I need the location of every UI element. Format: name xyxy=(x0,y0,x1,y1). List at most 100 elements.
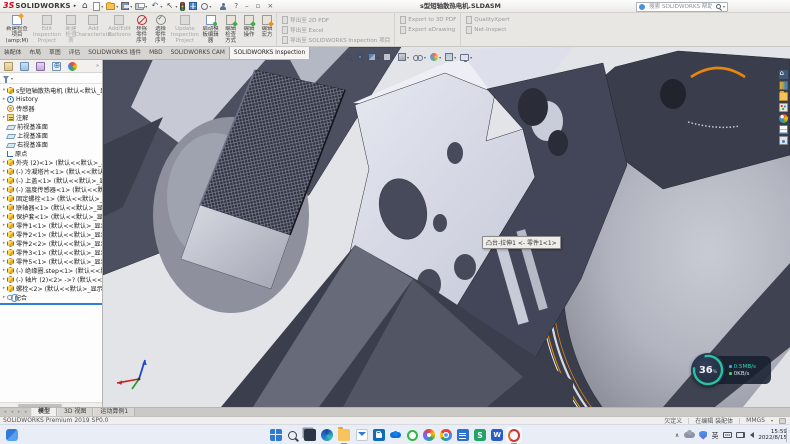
expand-arrow-icon[interactable]: ▾ xyxy=(1,88,7,93)
widgets-icon[interactable] xyxy=(6,429,18,441)
solidworks-taskbar-icon[interactable] xyxy=(508,429,520,441)
display-style-icon[interactable]: ▾ xyxy=(398,53,409,61)
add-edit-balloons-button[interactable]: Add/Edit Balloons xyxy=(107,15,133,45)
displaymanager-tab-icon[interactable] xyxy=(65,61,80,72)
tab-motion-study-1[interactable]: 运动算例1 xyxy=(93,408,135,416)
units-selector[interactable]: MMGS xyxy=(746,417,765,424)
taskbar-search-icon[interactable] xyxy=(287,429,299,441)
help-button[interactable]: ? xyxy=(234,0,238,13)
edge-icon[interactable] xyxy=(321,429,333,441)
keyboard-icon[interactable] xyxy=(723,432,732,438)
solidworks-resources-icon[interactable] xyxy=(779,70,788,79)
configurationmanager-tab-icon[interactable] xyxy=(33,61,48,72)
tree-item[interactable]: 右视基准面 xyxy=(0,140,102,149)
propertymanager-tab-icon[interactable] xyxy=(17,61,32,72)
tree-item[interactable]: ▸ History xyxy=(0,95,102,104)
wps-icon[interactable] xyxy=(491,429,503,441)
tree-item[interactable]: ▸ (-) 上盖<1> (默认<<默认>_显示状 xyxy=(0,176,102,185)
solidworks-forum-icon[interactable] xyxy=(779,136,788,145)
qualityxpert-button[interactable]: QualityXpert xyxy=(466,16,509,24)
search-dropdown-icon[interactable]: ▾ xyxy=(723,4,725,9)
file-explorer-taskbar-icon[interactable] xyxy=(338,429,350,441)
tab-solidworks-cam[interactable]: SOLIDWORKS CAM xyxy=(167,47,229,59)
3d-model[interactable] xyxy=(103,47,790,407)
home-icon[interactable] xyxy=(80,2,90,11)
tree-item[interactable]: ▸ (-) 轴片 (2)<2> ->? (默认<<默认> xyxy=(0,275,102,284)
select-icon[interactable]: ▾ xyxy=(165,2,177,11)
tab-sketch[interactable]: 草图 xyxy=(45,47,65,59)
expand-arrow-icon[interactable]: ▸ xyxy=(1,241,7,246)
tab-layout[interactable]: 布局 xyxy=(25,47,45,59)
mail-icon[interactable] xyxy=(356,429,368,441)
tree-item[interactable]: ▸ 零件2<2> (默认<<默认>_显示状态 xyxy=(0,239,102,248)
appearances-scenes-icon[interactable] xyxy=(779,114,788,123)
tab-assembly[interactable]: 装配体 xyxy=(0,47,25,59)
edit-macro-button[interactable]: 编辑宏方 xyxy=(258,15,276,45)
tree-item[interactable]: ▸ 外壳 (2)<1> (默认<<默认>_显示状 xyxy=(0,158,102,167)
speed-ball[interactable]: 36 % xyxy=(691,353,725,387)
edit-appearance-icon[interactable]: ▾ xyxy=(430,53,441,61)
zoom-fit-icon[interactable] xyxy=(346,54,353,60)
expand-arrow-icon[interactable]: ▸ xyxy=(1,232,7,237)
expand-arrow-icon[interactable]: ▸ xyxy=(1,205,7,210)
doc-restore-icon[interactable]: ▫ xyxy=(771,49,775,57)
view-orientation-icon[interactable]: ▾ xyxy=(383,53,394,61)
custom-properties-icon[interactable] xyxy=(779,125,788,134)
expand-arrow-icon[interactable]: ▸ xyxy=(1,178,7,183)
notes-app-icon[interactable] xyxy=(457,429,469,441)
print-icon[interactable]: ▾ xyxy=(135,3,147,10)
edit-inspection-project-button[interactable]: Edit Inspection Project xyxy=(32,15,62,45)
tree-item[interactable]: 原点 xyxy=(0,149,102,158)
clock[interactable]: 15:59 2022/8/15 xyxy=(758,429,787,442)
update-inspection-project-button[interactable]: Update Inspection Project xyxy=(170,15,200,45)
undo-icon[interactable]: ▾ xyxy=(150,2,162,11)
show-desktop-button[interactable] xyxy=(786,428,787,442)
tree-item[interactable]: ▸ 联轴器<1> (默认<<默认>_显示状 xyxy=(0,203,102,212)
edit-operations-button[interactable]: 编辑操作 xyxy=(240,15,258,45)
section-view-icon[interactable]: ▾ xyxy=(368,53,379,61)
volume-icon[interactable] xyxy=(750,432,754,438)
tree-filter[interactable]: ▾ xyxy=(0,73,102,84)
view-palette-icon[interactable] xyxy=(779,103,788,112)
close-button[interactable]: × xyxy=(267,0,273,13)
expand-arrow-icon[interactable]: ▸ xyxy=(1,196,7,201)
start-button[interactable] xyxy=(270,429,282,441)
save-icon[interactable]: ▾ xyxy=(121,2,132,10)
design-library-icon[interactable] xyxy=(779,81,788,90)
tree-item[interactable]: ▸ 保护套<1> (默认<<默认>_显示状 xyxy=(0,212,102,221)
antivirus-icon[interactable] xyxy=(407,430,418,441)
tray-overflow-icon[interactable]: ∧ xyxy=(675,432,679,439)
doc-close-icon[interactable]: × xyxy=(780,49,785,57)
rebuild-icon[interactable] xyxy=(180,2,186,11)
tree-item[interactable]: ▸ 螺栓<2> (默认<<默认>_显示状态 xyxy=(0,284,102,293)
tree-item[interactable]: 传感器 xyxy=(0,104,102,113)
expand-arrow-icon[interactable]: ▸ xyxy=(1,268,7,273)
expand-arrow-icon[interactable]: ▸ xyxy=(1,223,7,228)
expand-arrow-icon[interactable]: ▸ xyxy=(1,187,7,192)
tree-item[interactable]: 上视基准面 xyxy=(0,131,102,140)
minimize-button[interactable]: – xyxy=(245,0,249,13)
tab-solidworks-addins[interactable]: SOLIDWORKS 插件 xyxy=(84,47,145,59)
hide-show-items-icon[interactable]: ▾ xyxy=(413,54,426,60)
add-characteristic-button[interactable]: Add Characteristic xyxy=(80,15,107,45)
tree-item[interactable]: ▸ 注解 xyxy=(0,113,102,122)
tree-item[interactable]: ▸ 固定螺栓<1> (默认<<默认>_显示 xyxy=(0,194,102,203)
tree-item[interactable]: ▸ 零件3<1> (默认<<默认>_显示状态 xyxy=(0,248,102,257)
export-excel-button[interactable]: 导出至 Excel xyxy=(282,26,390,34)
tree-item[interactable]: ▸ 零件5<1> (默认<<默认>_显示状态 xyxy=(0,257,102,266)
search-input[interactable] xyxy=(647,3,714,11)
chrome-icon[interactable] xyxy=(440,429,452,441)
tree-item[interactable]: ▸ 配合 xyxy=(0,293,102,302)
nav-first-icon[interactable]: ◂ xyxy=(2,410,8,415)
tab-evaluate[interactable]: 评估 xyxy=(65,47,85,59)
options-icon[interactable]: ▾ xyxy=(201,3,211,10)
new-inspection-project-button[interactable]: 新建检查项目 (amp;M) xyxy=(2,15,32,45)
browser-360-icon[interactable] xyxy=(423,429,435,441)
view-settings-icon[interactable]: ▾ xyxy=(460,54,472,61)
expand-arrow-icon[interactable]: ▸ xyxy=(1,214,7,219)
quick-tip-icon[interactable] xyxy=(779,418,786,424)
expand-arrow-icon[interactable]: ▸ xyxy=(1,250,7,255)
task-view-icon[interactable] xyxy=(304,429,316,441)
onedrive-tray-icon[interactable] xyxy=(684,432,695,438)
login-icon[interactable] xyxy=(219,2,227,10)
